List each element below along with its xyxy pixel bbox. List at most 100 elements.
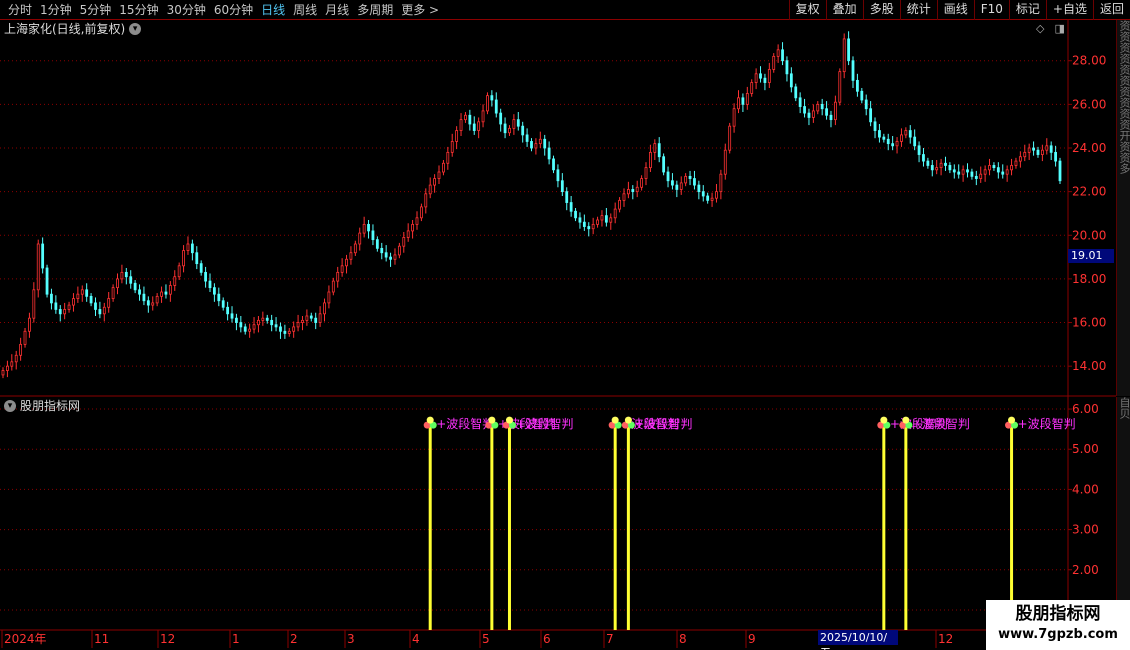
candle-body bbox=[54, 302, 58, 310]
candle-body bbox=[41, 243, 45, 269]
candle-body bbox=[838, 71, 842, 103]
price-tick-label: 28.00 bbox=[1072, 54, 1106, 68]
candle-body bbox=[649, 151, 652, 169]
candle-body bbox=[569, 202, 573, 212]
signal-dot bbox=[624, 416, 632, 424]
candle-body bbox=[274, 324, 278, 328]
candle-body bbox=[235, 317, 238, 323]
candle-body bbox=[1049, 145, 1053, 153]
candle-body bbox=[212, 287, 216, 295]
candle-body bbox=[261, 317, 265, 321]
signal-dot bbox=[902, 416, 910, 424]
candle-body bbox=[785, 60, 789, 75]
candle-body bbox=[358, 232, 362, 245]
price-tick-label: 22.00 bbox=[1072, 185, 1106, 199]
candle-body bbox=[591, 223, 595, 230]
candle-body bbox=[776, 49, 780, 57]
candle-body bbox=[287, 330, 291, 334]
candle-body bbox=[829, 114, 833, 121]
candle-body bbox=[164, 291, 168, 295]
candle-body bbox=[974, 175, 978, 179]
candle-body bbox=[961, 169, 965, 175]
candle-body bbox=[349, 252, 353, 260]
candle-body bbox=[719, 173, 723, 193]
candle-body bbox=[345, 258, 348, 267]
price-tick-label: 16.00 bbox=[1072, 316, 1106, 330]
candle-body bbox=[442, 162, 445, 173]
candle-body bbox=[151, 302, 155, 306]
candle-body bbox=[560, 180, 564, 193]
candle-body bbox=[190, 243, 194, 254]
right-side-panel-lower[interactable]: 自贝 bbox=[1116, 397, 1130, 630]
candle-body bbox=[922, 154, 925, 162]
candle-body bbox=[120, 271, 124, 280]
candle-body bbox=[129, 276, 133, 284]
candle-body bbox=[142, 293, 146, 302]
candle-body bbox=[926, 160, 930, 166]
candle-body bbox=[6, 365, 9, 371]
candle-body bbox=[860, 90, 864, 101]
signal-label: +波段智判 bbox=[912, 416, 970, 431]
candle-body bbox=[265, 317, 269, 321]
candle-body bbox=[72, 298, 75, 306]
candle-body bbox=[252, 324, 256, 330]
watermark: 股朋指标网 www.7gpzb.com bbox=[986, 600, 1130, 650]
candle-body bbox=[750, 82, 754, 94]
candle-body bbox=[45, 267, 49, 295]
candle-body bbox=[402, 237, 406, 247]
candle-body bbox=[226, 306, 230, 315]
candle-body bbox=[124, 271, 128, 278]
candle-body bbox=[759, 73, 762, 79]
candle-body bbox=[455, 130, 459, 142]
candle-body bbox=[706, 195, 710, 201]
indicator-tick-label: 5.00 bbox=[1072, 442, 1099, 456]
indicator-tick-label: 4.00 bbox=[1072, 482, 1099, 496]
candle-body bbox=[257, 319, 260, 326]
candle-body bbox=[279, 326, 282, 332]
candle-body bbox=[657, 143, 661, 158]
candle-body bbox=[666, 171, 670, 182]
candle-body bbox=[662, 156, 666, 173]
candle-body bbox=[380, 247, 384, 254]
chevron-down-icon[interactable]: ▾ bbox=[4, 400, 16, 412]
candle-body bbox=[36, 243, 40, 291]
candle-body bbox=[671, 180, 674, 186]
candle-body bbox=[450, 141, 454, 153]
candle-body bbox=[988, 165, 991, 171]
candle-body bbox=[111, 287, 115, 299]
indicator-title[interactable]: ▾ 股朋指标网 bbox=[4, 398, 80, 414]
candle-body bbox=[384, 252, 388, 258]
candle-body bbox=[1, 370, 5, 376]
candle-body bbox=[248, 328, 252, 332]
candle-body bbox=[393, 254, 397, 260]
candle-body bbox=[406, 230, 410, 238]
indicator-signals: +波段智判 +波段智判+波段智判 +波段智判+波段智判 +波段智判+波段智判 +波段智判 bbox=[423, 416, 1076, 630]
date-label: 5 bbox=[482, 632, 490, 646]
candle-body bbox=[979, 173, 983, 179]
price-tick-label: 24.00 bbox=[1072, 141, 1106, 155]
candle-body bbox=[292, 326, 296, 332]
candle-body bbox=[1018, 156, 1022, 162]
candle-body bbox=[803, 106, 806, 114]
candle-body bbox=[415, 217, 419, 225]
candle-body bbox=[811, 110, 815, 118]
candle-body bbox=[146, 300, 150, 306]
candle-body bbox=[318, 313, 322, 323]
candle-body bbox=[1032, 147, 1035, 151]
signal-label: +波段智判 bbox=[515, 416, 573, 431]
date-label: 2024年 bbox=[4, 632, 47, 646]
candle-body bbox=[851, 60, 855, 81]
candle-body bbox=[996, 167, 1000, 173]
candle-body bbox=[789, 73, 793, 88]
candle-body bbox=[490, 95, 494, 101]
right-side-panel[interactable]: 资资资资资资资资资资开资资多 bbox=[1116, 20, 1130, 396]
candle-body bbox=[133, 282, 137, 291]
signal-dot bbox=[611, 416, 619, 424]
candle-body bbox=[1010, 165, 1013, 171]
candle-body bbox=[1045, 145, 1049, 151]
candle-body bbox=[710, 197, 714, 201]
candle-body bbox=[50, 293, 53, 304]
candle-body bbox=[1036, 149, 1040, 155]
candle-body bbox=[609, 217, 613, 223]
candle-body bbox=[635, 186, 639, 193]
